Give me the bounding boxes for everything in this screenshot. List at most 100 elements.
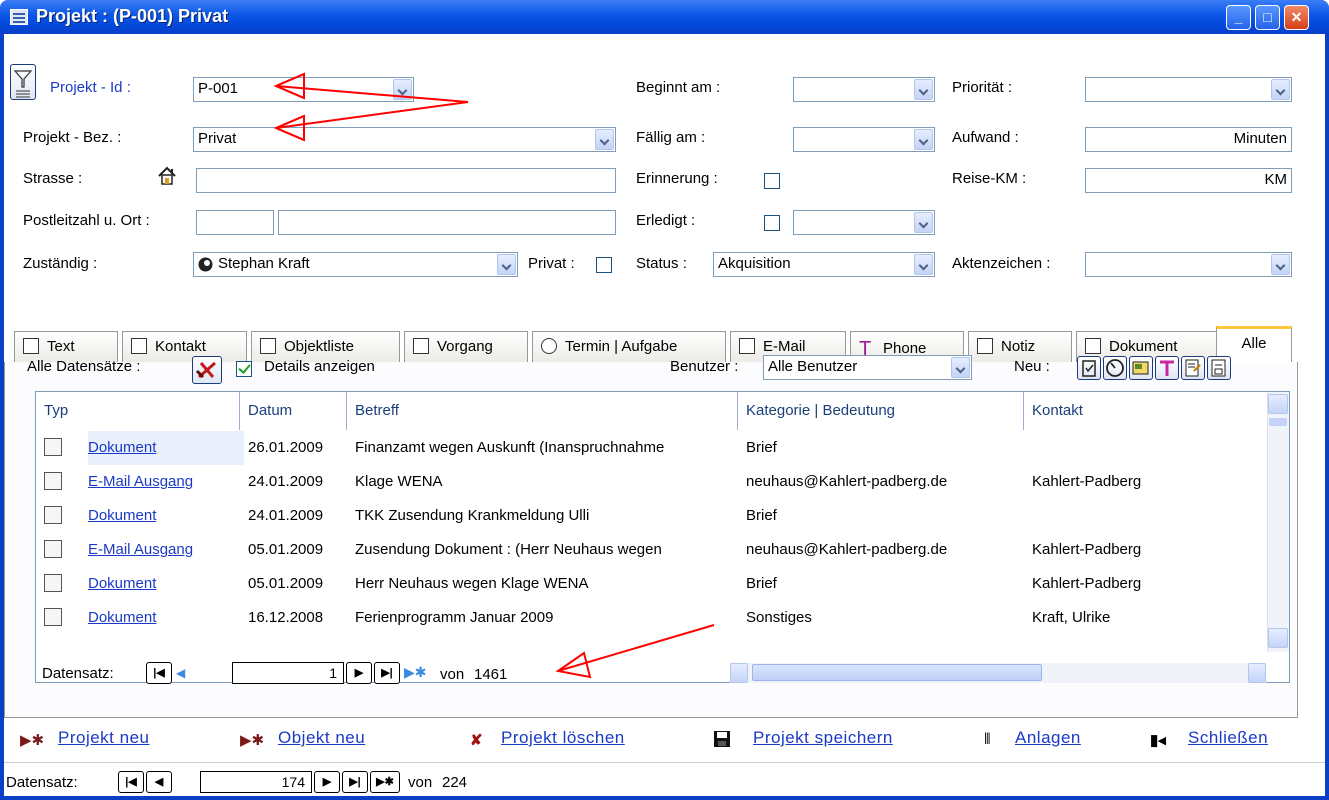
projekt-id-label: Projekt - Id : xyxy=(50,79,131,96)
row-datum: 05.01.2009 xyxy=(248,575,324,592)
tab-vorgang[interactable]: Vorgang xyxy=(404,331,528,362)
beginnt-am-combo[interactable] xyxy=(793,77,935,102)
close-button[interactable]: ✕ xyxy=(1284,5,1309,30)
row-typ-link[interactable]: E-Mail Ausgang xyxy=(88,541,244,558)
new-task-button[interactable] xyxy=(1077,356,1101,380)
title-bar[interactable]: Projekt : (P-001) Privat _ □ ✕ xyxy=(0,0,1329,34)
tab-kontakt[interactable]: Kontakt xyxy=(122,331,247,362)
reise-km-input[interactable]: KM xyxy=(1085,168,1292,193)
minimize-button[interactable]: _ xyxy=(1226,5,1251,30)
column-header-betreff[interactable]: Betreff xyxy=(347,392,738,430)
row-typ-link[interactable]: Dokument xyxy=(88,575,244,592)
row-typ-link[interactable]: Dokument xyxy=(88,609,244,626)
ort-input[interactable] xyxy=(278,210,616,235)
aufwand-input[interactable]: Minuten xyxy=(1085,127,1292,152)
zustaendig-combo[interactable]: Stephan Kraft xyxy=(193,252,518,277)
column-header-kontakt[interactable]: Kontakt xyxy=(1024,392,1266,430)
last-record-icon[interactable]: ▶| xyxy=(342,771,368,793)
main-current-record-field[interactable]: 174 xyxy=(200,771,312,793)
delete-icon xyxy=(195,361,216,379)
reise-km-label: Reise-KM : xyxy=(952,170,1027,187)
row-typ-link[interactable]: Dokument xyxy=(88,431,244,465)
grid-total-label: von xyxy=(440,666,465,683)
scroll-down-icon[interactable] xyxy=(1268,628,1288,648)
erledigt-checkbox[interactable] xyxy=(764,215,780,231)
new-note-button[interactable] xyxy=(1129,356,1153,380)
new-phone-button[interactable] xyxy=(1155,356,1179,380)
chevron-down-icon[interactable] xyxy=(497,254,516,275)
anlagen-link[interactable]: Anlagen xyxy=(1015,728,1081,748)
new-appointment-button[interactable] xyxy=(1103,356,1127,380)
hscroll-thumb[interactable] xyxy=(752,664,1042,681)
chevron-down-icon[interactable] xyxy=(595,129,614,150)
status-combo[interactable]: Akquisition xyxy=(713,252,935,277)
new-record-icon[interactable]: ▶✱ xyxy=(370,771,400,793)
column-header-typ[interactable]: Typ xyxy=(36,392,240,430)
email-icon xyxy=(1211,359,1226,377)
row-typ-link[interactable]: E-Mail Ausgang xyxy=(88,473,244,490)
grid-current-record-field[interactable]: 1 xyxy=(232,662,344,684)
contact-card-icon xyxy=(131,338,147,354)
erinnerung-checkbox[interactable] xyxy=(764,173,780,189)
filter-icon[interactable] xyxy=(10,64,36,100)
chevron-down-icon[interactable] xyxy=(914,129,933,150)
chevron-down-icon[interactable] xyxy=(914,79,933,100)
table-row[interactable]: E-Mail Ausgang 24.01.2009 Klage WENA neu… xyxy=(36,465,1266,499)
prev-record-icon[interactable]: ◀ xyxy=(176,666,185,680)
plz-input[interactable] xyxy=(196,210,274,235)
prioritaet-combo[interactable] xyxy=(1085,77,1292,102)
horizontal-scrollbar[interactable] xyxy=(730,663,1266,683)
row-datum: 26.01.2009 xyxy=(248,439,324,456)
scroll-left-icon[interactable] xyxy=(730,663,748,683)
projekt-loeschen-link[interactable]: Projekt löschen xyxy=(501,728,625,748)
vertical-scrollbar[interactable] xyxy=(1267,392,1289,652)
next-record-icon[interactable]: ▶ xyxy=(346,662,372,684)
erledigt-combo[interactable] xyxy=(793,210,935,235)
table-row[interactable]: Dokument 26.01.2009 Finanzamt wegen Ausk… xyxy=(36,431,1266,465)
beginnt-am-label: Beginnt am : xyxy=(636,79,721,96)
row-typ-link[interactable]: Dokument xyxy=(88,507,244,524)
row-datum: 05.01.2009 xyxy=(248,541,324,558)
table-row[interactable]: Dokument 24.01.2009 TKK Zusendung Krankm… xyxy=(36,499,1266,533)
tab-label: Kontakt xyxy=(155,338,206,355)
objekt-neu-link[interactable]: Objekt neu xyxy=(278,728,365,748)
aktenzeichen-combo[interactable] xyxy=(1085,252,1292,277)
delete-records-button[interactable] xyxy=(192,356,222,384)
faellig-am-label: Fällig am : xyxy=(636,129,706,146)
first-record-icon[interactable]: |◀ xyxy=(146,662,172,684)
prev-record-icon[interactable]: ◀ xyxy=(146,771,172,793)
new-email-button[interactable] xyxy=(1207,356,1231,380)
document-icon xyxy=(44,574,62,592)
maximize-button[interactable]: □ xyxy=(1255,5,1280,30)
chevron-down-icon[interactable] xyxy=(914,212,933,233)
scroll-up-icon[interactable] xyxy=(1268,394,1288,414)
strasse-input[interactable] xyxy=(196,168,616,193)
chevron-down-icon[interactable] xyxy=(914,254,933,275)
details-checkbox[interactable] xyxy=(236,361,252,377)
next-record-icon[interactable]: ▶ xyxy=(314,771,340,793)
last-record-icon[interactable]: ▶| xyxy=(374,662,400,684)
new-record-icon[interactable]: ▶✱ xyxy=(404,664,427,681)
schliessen-link[interactable]: Schließen xyxy=(1188,728,1268,748)
note-icon xyxy=(1132,361,1149,375)
new-document-button[interactable] xyxy=(1181,356,1205,380)
scroll-thumb[interactable] xyxy=(1269,418,1287,426)
main-nav-label: Datensatz: xyxy=(6,774,78,791)
chevron-down-icon[interactable] xyxy=(951,357,970,378)
table-row[interactable]: Dokument 05.01.2009 Herr Neuhaus wegen K… xyxy=(36,567,1266,601)
projekt-neu-link[interactable]: Projekt neu xyxy=(58,728,150,748)
table-row[interactable]: E-Mail Ausgang 05.01.2009 Zusendung Doku… xyxy=(36,533,1266,567)
chevron-down-icon[interactable] xyxy=(1271,254,1290,275)
row-kategorie: Brief xyxy=(746,439,777,456)
benutzer-combo[interactable]: Alle Benutzer xyxy=(763,355,972,380)
chevron-down-icon[interactable] xyxy=(1271,79,1290,100)
faellig-am-combo[interactable] xyxy=(793,127,935,152)
zustaendig-value: Stephan Kraft xyxy=(218,255,310,272)
scroll-right-icon[interactable] xyxy=(1248,663,1266,683)
privat-checkbox[interactable] xyxy=(596,257,612,273)
projekt-speichern-link[interactable]: Projekt speichern xyxy=(753,728,893,748)
status-label: Status : xyxy=(636,255,687,272)
column-header-kategorie[interactable]: Kategorie | Bedeutung xyxy=(738,392,1024,430)
first-record-icon[interactable]: |◀ xyxy=(118,771,144,793)
column-header-datum[interactable]: Datum xyxy=(240,392,347,430)
